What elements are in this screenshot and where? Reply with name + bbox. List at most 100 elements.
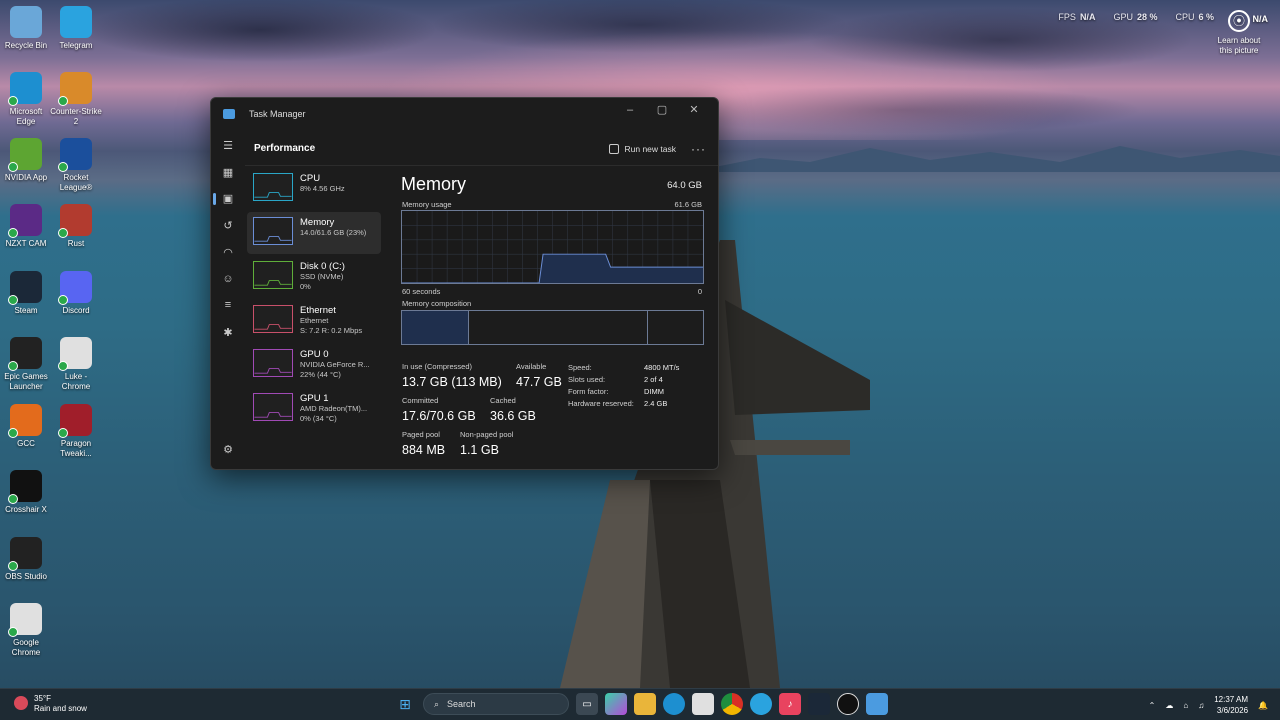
- run-new-task-button[interactable]: Run new task: [608, 143, 676, 154]
- shortcut-badge-icon: [8, 96, 18, 106]
- users-icon[interactable]: ☺: [211, 265, 245, 292]
- task-manager-window: Task Manager – ▢ ✕ ☰ ▦ ▣ ↺ ◠ ☺ ≡ ✱ ⚙ Per…: [210, 97, 719, 470]
- desktop-icon[interactable]: Recycle Bin: [0, 6, 52, 51]
- task-manager-icon[interactable]: [866, 693, 888, 715]
- onedrive-icon[interactable]: ☁: [1165, 701, 1173, 710]
- nzxt-icon: [8, 204, 42, 238]
- desktop-icon[interactable]: NZXT CAM: [0, 204, 52, 249]
- perf-item-detail: NVIDIA GeForce R...: [300, 360, 370, 369]
- page-title: Performance: [254, 143, 316, 154]
- shortcut-badge-icon: [58, 428, 68, 438]
- perf-sparkline: [254, 280, 292, 286]
- details-icon[interactable]: ≡: [211, 292, 245, 319]
- desktop-icon[interactable]: GCC: [0, 404, 52, 449]
- perf-item-disk-0-c[interactable]: Disk 0 (C:) SSD (NVMe) 0%: [247, 256, 381, 298]
- perf-item-ethernet[interactable]: Ethernet Ethernet S: 7.2 R: 0.2 Mbps: [247, 300, 381, 342]
- desktop-icon-label: Crosshair X: [5, 505, 47, 514]
- itunes-icon[interactable]: ♪: [779, 693, 801, 715]
- clock[interactable]: 12:37 AM 3/6/2026: [1214, 694, 1248, 716]
- network-icon[interactable]: ⌂: [1183, 701, 1188, 710]
- hamburger-icon[interactable]: ☰: [211, 132, 245, 159]
- startup-icon[interactable]: ◠: [211, 239, 245, 266]
- services-icon[interactable]: ✱: [211, 319, 245, 346]
- wallpaper-mountains: [700, 146, 1280, 172]
- recycle-bin-icon: [10, 6, 42, 38]
- hardware-info: Speed: 4800 MT/s Slots used: 2 of 4 Form fac…: [568, 362, 679, 410]
- chrome-icon: [58, 337, 92, 371]
- weather-widget[interactable]: 35°F Rain and snow: [14, 694, 87, 714]
- search-placeholder: Search: [447, 699, 476, 709]
- shortcut-badge-icon: [8, 561, 18, 571]
- graph-time-left: 60 seconds: [402, 287, 441, 296]
- nav-rail: ☰ ▦ ▣ ↺ ◠ ☺ ≡ ✱ ⚙: [211, 132, 245, 469]
- desktop-icon-label: Google Chrome: [11, 638, 41, 657]
- perf-item-memory[interactable]: Memory 14.0/61.6 GB (23%): [247, 212, 381, 254]
- perf-item-name: GPU 1: [300, 393, 329, 404]
- taskbar-search[interactable]: ⌕ Search: [423, 693, 569, 715]
- chrome-icon[interactable]: [721, 693, 743, 715]
- processes-icon[interactable]: ▦: [211, 159, 245, 186]
- desktop-icon[interactable]: Microsoft Edge: [0, 72, 52, 127]
- shortcut-badge-icon: [58, 162, 68, 172]
- copilot-icon[interactable]: [605, 693, 627, 715]
- hardware-value: 2 of 4: [644, 375, 663, 384]
- more-options-button[interactable]: ···: [691, 142, 706, 156]
- clock-date: 3/6/2026: [1216, 706, 1249, 715]
- telegram-icon[interactable]: [750, 693, 772, 715]
- hardware-row: Slots used: 2 of 4: [568, 374, 679, 386]
- file-explorer-icon[interactable]: [634, 693, 656, 715]
- desktop-icon-label: GCC: [17, 439, 35, 448]
- perf-item-detail: 22% (44 °C): [300, 370, 341, 379]
- perf-item-cpu[interactable]: CPU 8% 4.56 GHz: [247, 168, 381, 210]
- hardware-value: 2.4 GB: [644, 399, 668, 408]
- perf-item-gpu-1[interactable]: GPU 1 AMD Radeon(TM)... 0% (34 °C): [247, 388, 381, 430]
- app-history-icon[interactable]: ↺: [211, 212, 245, 239]
- desktop-icon[interactable]: Epic Games Launcher: [0, 337, 52, 392]
- close-button[interactable]: ✕: [678, 102, 710, 118]
- minimize-button[interactable]: –: [614, 102, 646, 118]
- desktop-icon[interactable]: NVIDIA App: [0, 138, 52, 183]
- start-icon[interactable]: ⊞: [394, 693, 416, 715]
- desktop-icon-label: Epic Games Launcher: [4, 372, 48, 391]
- desktop-icon[interactable]: Luke - Chrome: [50, 337, 102, 392]
- store-icon[interactable]: [692, 693, 714, 715]
- desktop-icon[interactable]: Google Chrome: [0, 603, 52, 658]
- desktop-icon[interactable]: Counter-Strike 2: [50, 72, 102, 127]
- perf-item-name: Disk 0 (C:): [300, 261, 345, 272]
- maximize-button[interactable]: ▢: [646, 102, 678, 118]
- desktop-icon[interactable]: OBS Studio: [0, 537, 52, 582]
- desktop-icon-label: Rocket League®: [59, 173, 93, 192]
- learn-about-picture[interactable]: ⦿ N/A Learn about this picture: [1212, 10, 1269, 56]
- desktop-icon-label: Paragon Tweaki...: [60, 439, 92, 458]
- notifications-icon[interactable]: 🔔: [1258, 701, 1268, 710]
- composition-in-use: [402, 311, 469, 344]
- task-manager-icon: [223, 109, 235, 119]
- tray-chevron-icon[interactable]: ⌃: [1149, 701, 1156, 710]
- crosshair-icon[interactable]: [837, 693, 859, 715]
- window-title: Task Manager: [249, 109, 306, 119]
- perf-item-gpu-0[interactable]: GPU 0 NVIDIA GeForce R... 22% (44 °C): [247, 344, 381, 386]
- desktop-icon[interactable]: Steam: [0, 271, 52, 316]
- perf-item-name: Memory: [300, 217, 335, 228]
- settings-gear-icon[interactable]: ⚙: [211, 436, 245, 463]
- steam-icon[interactable]: [808, 693, 830, 715]
- stat-committed: Committed 17.6/70.6 GB: [402, 396, 476, 423]
- desktop-icon[interactable]: Paragon Tweaki...: [50, 404, 102, 459]
- edge-icon[interactable]: [663, 693, 685, 715]
- taskbar: 35°F Rain and snow ⊞ ⌕ Search ▭ ♪ ⌃ ☁ ⌂ …: [0, 688, 1280, 720]
- performance-icon[interactable]: ▣: [211, 185, 245, 212]
- volume-icon[interactable]: ♫: [1198, 701, 1204, 710]
- system-tray: ⌃ ☁ ⌂ ♫ 12:37 AM 3/6/2026 🔔: [1149, 694, 1268, 716]
- desktop-icon[interactable]: Rocket League®: [50, 138, 102, 193]
- perf-thumbnail: [253, 349, 293, 377]
- task-view-icon[interactable]: ▭: [576, 693, 598, 715]
- overlay-na: N/A: [1252, 14, 1269, 24]
- desktop-icon-label: Counter-Strike 2: [50, 107, 102, 126]
- counter-strike-icon: [58, 72, 92, 106]
- desktop-icon[interactable]: Crosshair X: [0, 470, 52, 515]
- desktop-icon[interactable]: Discord: [50, 271, 102, 316]
- desktop-icon[interactable]: Telegram: [50, 6, 102, 51]
- desktop-icon[interactable]: Rust: [50, 204, 102, 249]
- fps-readout: FPS N/A: [1058, 12, 1096, 22]
- paragon-icon: [58, 404, 92, 438]
